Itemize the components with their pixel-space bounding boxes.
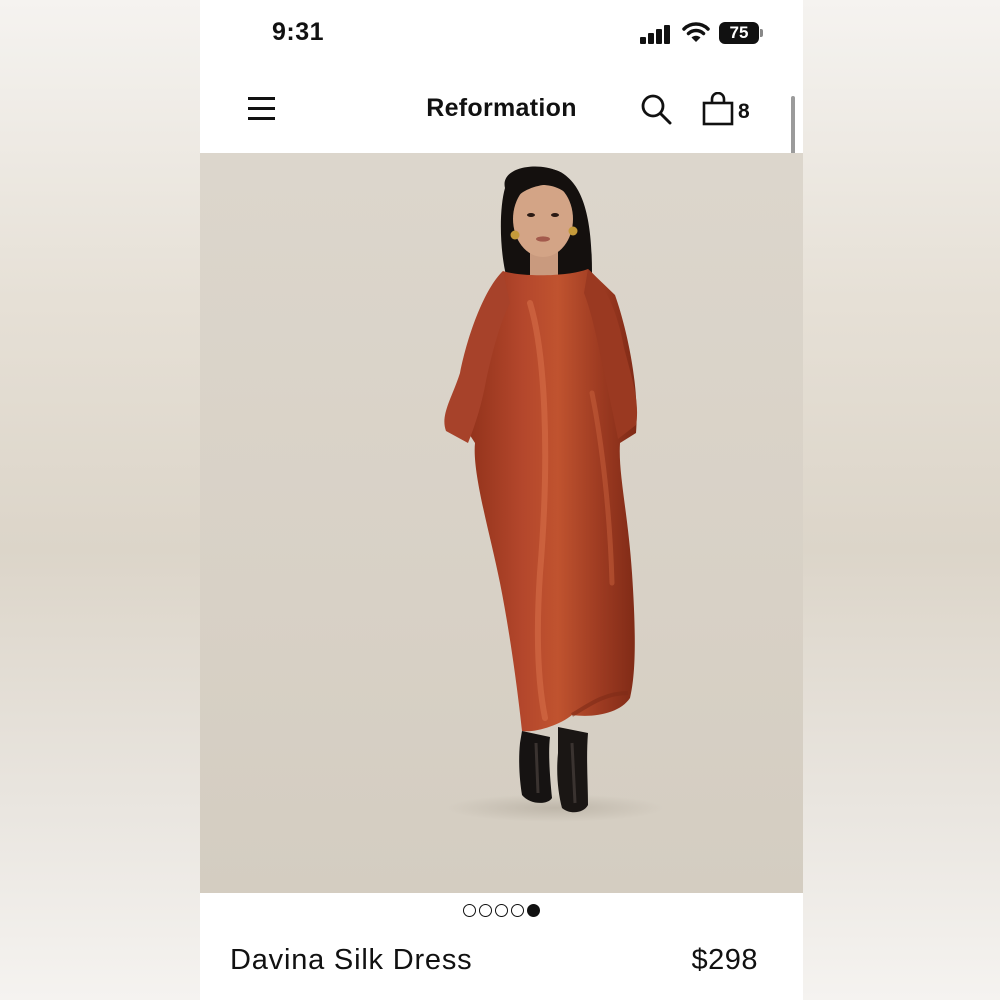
carousel-dots [200, 904, 803, 920]
search-icon[interactable] [640, 93, 672, 125]
status-time: 9:31 [272, 18, 325, 46]
nav-header: Reformation 8 [200, 66, 803, 153]
model-photo [444, 166, 665, 822]
background-left [0, 0, 200, 1000]
carousel-dot[interactable] [495, 904, 508, 917]
product-name: Davina Silk Dress [230, 944, 473, 976]
background-right [800, 0, 1000, 1000]
signal-icon [640, 24, 672, 44]
product-price: $298 [691, 944, 758, 976]
phone-screen: 9:31 75 Reformation 8 Davina Silk Dress … [200, 0, 803, 1000]
battery-cap [760, 29, 763, 37]
shopping-bag-icon[interactable] [702, 91, 734, 126]
carousel-dot[interactable] [463, 904, 476, 917]
battery-icon: 75 [719, 22, 759, 44]
product-image[interactable] [200, 153, 803, 893]
carousel-dot-active[interactable] [527, 904, 540, 917]
status-bar: 9:31 75 [200, 0, 803, 66]
wifi-icon [682, 20, 710, 44]
carousel-dot[interactable] [479, 904, 492, 917]
bag-count-badge[interactable]: 8 [738, 100, 750, 124]
carousel-dot[interactable] [511, 904, 524, 917]
